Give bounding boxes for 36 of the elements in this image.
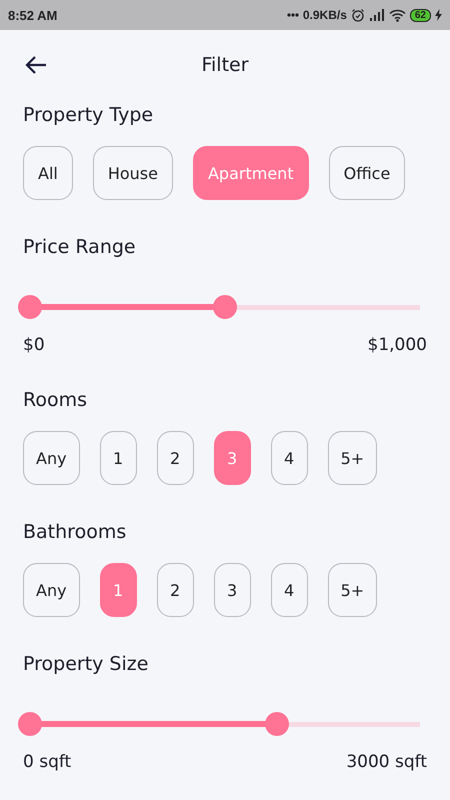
- signal-icon: [368, 9, 385, 21]
- slider-thumb[interactable]: [18, 712, 42, 736]
- option-chip[interactable]: 4: [270, 563, 308, 617]
- battery-level: 62: [410, 8, 431, 22]
- section-title: Rooms: [23, 388, 88, 413]
- option-chip[interactable]: 4: [270, 431, 308, 485]
- option-chip[interactable]: 3: [214, 563, 251, 617]
- max-value: 3000 sqft: [346, 752, 427, 772]
- min-value: 0 sqft: [23, 752, 72, 772]
- alarm-icon: [350, 8, 365, 22]
- option-chip[interactable]: Any: [23, 431, 80, 485]
- page-title: Filter: [201, 54, 249, 76]
- section-title: Property Size: [23, 652, 150, 677]
- wifi-icon: [388, 8, 406, 22]
- option-chip[interactable]: Office: [328, 146, 406, 200]
- section-title: Property Type: [23, 103, 154, 128]
- option-chip[interactable]: House: [92, 146, 173, 200]
- slider-thumb[interactable]: [264, 712, 289, 736]
- option-chip[interactable]: 5+: [328, 563, 378, 617]
- dots-icon: [286, 13, 299, 17]
- option-chip[interactable]: 2: [156, 431, 194, 485]
- option-chip[interactable]: All: [23, 146, 73, 200]
- option-chip[interactable]: 1: [100, 431, 137, 485]
- slider-thumb[interactable]: [18, 295, 42, 319]
- option-chip[interactable]: 5+: [328, 431, 378, 485]
- min-value: $0: [23, 335, 45, 355]
- network-speed: 0.9KB/s: [302, 8, 347, 22]
- status-time: 8:52 AM: [8, 8, 58, 22]
- option-chip[interactable]: 2: [156, 563, 194, 617]
- section-title: Bathrooms: [23, 520, 128, 545]
- back-arrow-icon[interactable]: [24, 55, 48, 75]
- option-chip[interactable]: Any: [23, 563, 80, 617]
- slider-thumb[interactable]: [213, 295, 237, 319]
- charging-icon: [435, 9, 442, 21]
- max-value: $1,000: [368, 335, 427, 355]
- section-title: Price Range: [23, 235, 137, 260]
